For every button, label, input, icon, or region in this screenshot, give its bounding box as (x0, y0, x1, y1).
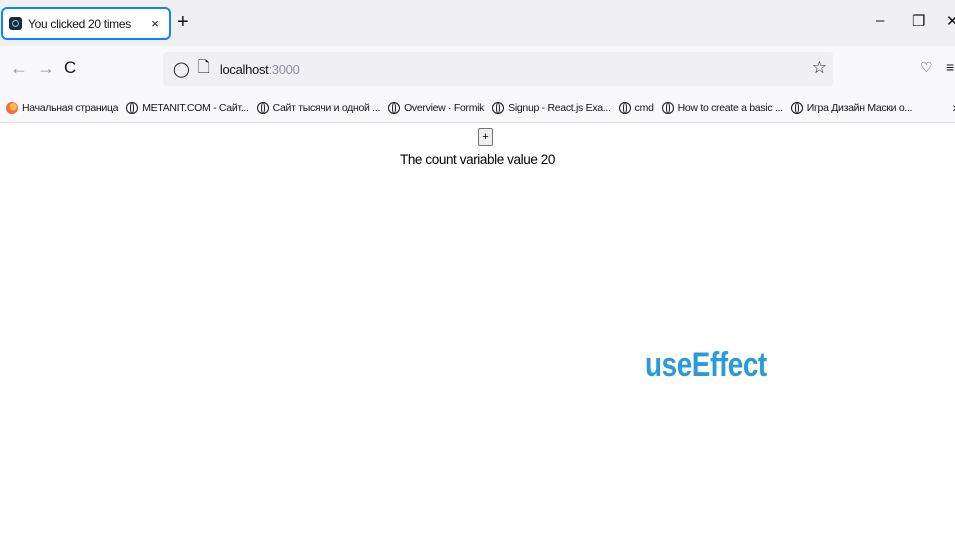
minimize-button[interactable]: – (876, 12, 884, 29)
bookmark-item[interactable]: How to create a basic ... (661, 101, 783, 114)
menu-icon[interactable]: ≡ (946, 59, 954, 75)
bookmark-item[interactable]: cmd (618, 101, 654, 114)
globe-icon (790, 101, 803, 114)
close-window-button[interactable]: ✕ (946, 12, 955, 30)
bookmark-label: Начальная страница (22, 101, 119, 114)
url-port: :3000 (268, 61, 300, 77)
globe-icon (661, 101, 674, 114)
tab-active[interactable]: You clicked 20 times × (1, 7, 171, 40)
bookmark-item[interactable]: Начальная страница (6, 101, 119, 114)
globe-icon (492, 101, 505, 114)
bookmark-label: Signup - React.js Exa... (508, 101, 611, 114)
increment-button[interactable]: + (478, 128, 493, 146)
new-tab-button[interactable]: + (177, 12, 189, 32)
globe-icon (126, 101, 139, 114)
globe-icon (388, 101, 401, 114)
bookmark-label: METANIT.COM - Сайт... (142, 101, 249, 114)
tab-close-icon[interactable]: × (147, 16, 163, 31)
tab-title: You clicked 20 times (28, 16, 131, 31)
tab-strip: You clicked 20 times × + – ❐ ✕ (0, 0, 955, 46)
bookmark-star-icon[interactable]: ☆ (812, 58, 827, 78)
globe-icon (618, 101, 631, 114)
bookmark-item[interactable]: Overview · Formik (388, 101, 485, 114)
hook-title: useEffect (645, 346, 767, 384)
bookmarks-bar: Начальная страница METANIT.COM - Сайт...… (0, 93, 955, 123)
globe-icon (256, 101, 269, 114)
bookmark-item[interactable]: Signup - React.js Exa... (492, 101, 611, 114)
bookmark-label: Overview · Formik (404, 101, 485, 114)
url-host: localhost (219, 61, 269, 77)
bookmark-item[interactable]: METANIT.COM - Сайт... (126, 101, 249, 114)
bookmark-label: cmd (634, 101, 654, 114)
pocket-icon[interactable]: ♡ (920, 59, 933, 76)
firefox-icon (6, 101, 18, 114)
bookmark-item[interactable]: Игра Дизайн Маски о... (790, 101, 913, 114)
page-info-icon[interactable]: 🗋 (198, 57, 210, 82)
forward-button[interactable]: → (37, 59, 55, 77)
react-icon (9, 17, 22, 30)
bookmark-item[interactable]: Сайт тысячи и одной ... (256, 101, 381, 114)
tracking-shield-icon[interactable]: ◯ (173, 60, 190, 78)
restore-button[interactable]: ❐ (912, 12, 925, 30)
page-content: + The count variable value 20 useEffect (0, 124, 955, 537)
bookmark-label: Игра Дизайн Маски о... (806, 101, 913, 114)
bookmark-label: How to create a basic ... (677, 101, 783, 114)
nav-bar: ← → C ◯ 🗋 localhost:3000 ☆ ♡ ≡ (0, 46, 955, 93)
url-bar[interactable]: ◯ 🗋 localhost:3000 ☆ (163, 52, 833, 86)
url-text: localhost:3000 (220, 62, 300, 77)
count-text: The count variable value 20 (399, 152, 556, 167)
bookmark-label: Сайт тысячи и одной ... (272, 101, 381, 114)
back-button[interactable]: ← (10, 59, 28, 77)
reload-button[interactable]: C (64, 59, 76, 77)
